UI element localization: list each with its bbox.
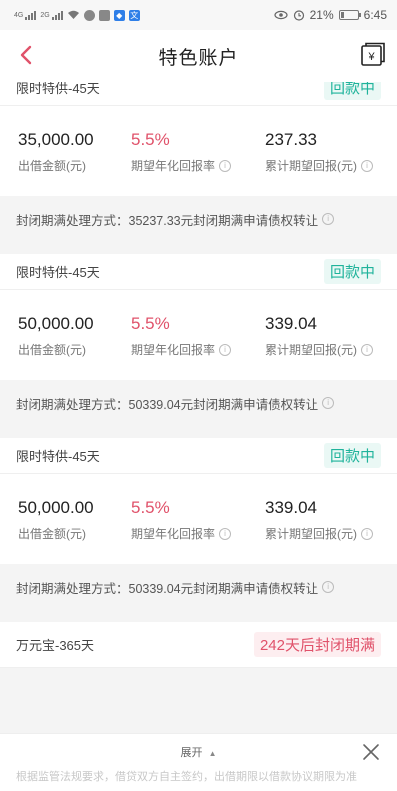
- expand-label: 展开: [180, 747, 203, 759]
- rate-stat: 5.5% 期望年化回报率 i: [131, 130, 265, 174]
- rate-value: 5.5%: [131, 314, 170, 333]
- product-name: 限时特供-45天: [16, 265, 100, 280]
- card-header: 限时特供-45天 回款中: [0, 438, 397, 474]
- status-bar: 4G 2G ◆ 文 21% 6:45: [0, 0, 397, 30]
- network-type-1: 4G: [14, 11, 24, 19]
- investment-card[interactable]: 限时特供-45天 回款中 50,000.00 出借金额(元) 5.5% 期望年化…: [0, 254, 397, 426]
- network-type-2: 2G: [40, 11, 50, 19]
- rate-label: 期望年化回报率: [131, 159, 216, 173]
- signal-icon: [25, 10, 37, 20]
- rate-value: 5.5%: [131, 498, 170, 517]
- investment-card[interactable]: 限时特供-45天 回款中 35,000.00 出借金额(元) 5.5% 期望年化…: [0, 70, 397, 242]
- return-label-row: 累计期望回报(元) i: [265, 341, 373, 358]
- alarm-icon: [293, 10, 304, 21]
- card-footer: 封闭期满处理方式：50339.04元封闭期满申请债权转让 i: [0, 564, 397, 610]
- status-bar-left: 4G 2G ◆ 文: [14, 9, 140, 21]
- app-icon: 文: [128, 9, 140, 21]
- eye-icon: [274, 10, 288, 20]
- battery-fill: [340, 12, 344, 18]
- return-label: 累计期望回报(元): [265, 159, 357, 173]
- maturity-handling-text: 封闭期满处理方式：35237.33元封闭期满申请债权转让: [16, 213, 319, 228]
- chevron-left-icon[interactable]: [14, 42, 40, 68]
- investment-card[interactable]: 限时特供-45天 回款中 50,000.00 出借金额(元) 5.5% 期望年化…: [0, 438, 397, 610]
- card-stats: 35,000.00 出借金额(元) 5.5% 期望年化回报率 i 237.33 累…: [0, 106, 397, 196]
- return-label-row: 累计期望回报(元) i: [265, 157, 373, 174]
- return-stat: 339.04 累计期望回报(元) i: [265, 498, 373, 542]
- info-icon[interactable]: i: [361, 527, 373, 540]
- rate-value: 5.5%: [131, 130, 170, 149]
- battery-percent: 21%: [309, 8, 334, 22]
- maturity-handling-text: 封闭期满处理方式：50339.04元封闭期满申请债权转让: [16, 397, 319, 412]
- amount-stat: 50,000.00 出借金额(元): [18, 314, 131, 358]
- return-stat: 237.33 累计期望回报(元) i: [265, 130, 373, 174]
- return-value: 339.04: [265, 498, 317, 517]
- bottom-disclaimer-panel: 展开 ▲ 根据监管法规要求，借贷双方自主签约，出借期限以借款协议期限为准: [0, 733, 397, 791]
- card-footer: 封闭期满处理方式：50339.04元封闭期满申请债权转让 i: [0, 380, 397, 426]
- card-stats: 50,000.00 出借金额(元) 5.5% 期望年化回报率 i 339.04 累…: [0, 474, 397, 564]
- rate-stat: 5.5% 期望年化回报率 i: [131, 314, 265, 358]
- rate-label: 期望年化回报率: [131, 527, 216, 541]
- wallet-yen-glyph: ¥: [367, 51, 375, 63]
- info-icon[interactable]: i: [322, 581, 335, 593]
- product-name: 万元宝-365天: [16, 638, 95, 653]
- investment-card[interactable]: 万元宝-365天 242天后封闭期满: [0, 622, 397, 668]
- card-header: 限时特供-45天 回款中: [0, 254, 397, 290]
- rate-label-row: 期望年化回报率 i: [131, 525, 265, 542]
- amount-label: 出借金额(元): [18, 159, 86, 173]
- product-name: 限时特供-45天: [16, 449, 100, 464]
- clock: 6:45: [363, 8, 387, 22]
- expand-button[interactable]: 展开 ▲: [0, 744, 397, 760]
- return-label: 累计期望回报(元): [265, 343, 357, 357]
- info-icon[interactable]: i: [361, 343, 373, 356]
- amount-value: 50,000.00: [18, 314, 94, 333]
- info-icon[interactable]: i: [361, 159, 373, 172]
- amount-stat: 50,000.00 出借金额(元): [18, 498, 131, 542]
- card-list: 限时特供-45天 回款中 35,000.00 出借金额(元) 5.5% 期望年化…: [0, 70, 397, 668]
- rate-stat: 5.5% 期望年化回报率 i: [131, 498, 265, 542]
- return-stat: 339.04 累计期望回报(元) i: [265, 314, 373, 358]
- amount-label: 出借金额(元): [18, 343, 86, 357]
- close-icon[interactable]: [361, 742, 381, 762]
- card-stats: 50,000.00 出借金额(元) 5.5% 期望年化回报率 i 339.04 累…: [0, 290, 397, 380]
- status-badge: 回款中: [323, 259, 381, 284]
- info-icon[interactable]: i: [219, 159, 232, 172]
- info-icon[interactable]: i: [322, 397, 335, 409]
- page-title: 特色账户: [158, 47, 239, 69]
- card-header: 万元宝-365天 242天后封闭期满: [0, 622, 397, 668]
- wallet-yen-icon[interactable]: ¥: [359, 40, 387, 68]
- amount-label: 出借金额(元): [18, 527, 86, 541]
- shield-icon: ◆: [113, 9, 125, 21]
- card-footer: 封闭期满处理方式：35237.33元封闭期满申请债权转让 i: [0, 196, 397, 242]
- chat-icon: [83, 9, 95, 21]
- return-label-row: 累计期望回报(元) i: [265, 525, 373, 542]
- wifi-icon: [67, 10, 79, 19]
- info-icon[interactable]: i: [219, 343, 232, 356]
- battery-icon: [338, 10, 361, 20]
- status-badge: 回款中: [323, 443, 381, 468]
- message-icon: [98, 9, 110, 21]
- rate-label-row: 期望年化回报率 i: [131, 157, 265, 174]
- status-badge: 242天后封闭期满: [253, 632, 381, 657]
- amount-value: 35,000.00: [18, 130, 94, 149]
- return-value: 339.04: [265, 314, 317, 333]
- info-icon[interactable]: i: [322, 213, 335, 225]
- signal-icon-2: [51, 10, 63, 20]
- amount-value: 50,000.00: [18, 498, 94, 517]
- caret-up-icon: ▲: [208, 749, 217, 758]
- amount-stat: 35,000.00 出借金额(元): [18, 130, 131, 174]
- status-bar-right: 21% 6:45: [274, 8, 387, 22]
- nav-header: 特色账户 ¥: [0, 30, 397, 82]
- return-label: 累计期望回报(元): [265, 527, 357, 541]
- disclaimer-text: 根据监管法规要求，借贷双方自主签约，出借期限以借款协议期限为准: [16, 771, 357, 783]
- maturity-handling-text: 封闭期满处理方式：50339.04元封闭期满申请债权转让: [16, 581, 319, 596]
- info-icon[interactable]: i: [219, 527, 232, 540]
- rate-label: 期望年化回报率: [131, 343, 216, 357]
- return-value: 237.33: [265, 130, 317, 149]
- rate-label-row: 期望年化回报率 i: [131, 341, 265, 358]
